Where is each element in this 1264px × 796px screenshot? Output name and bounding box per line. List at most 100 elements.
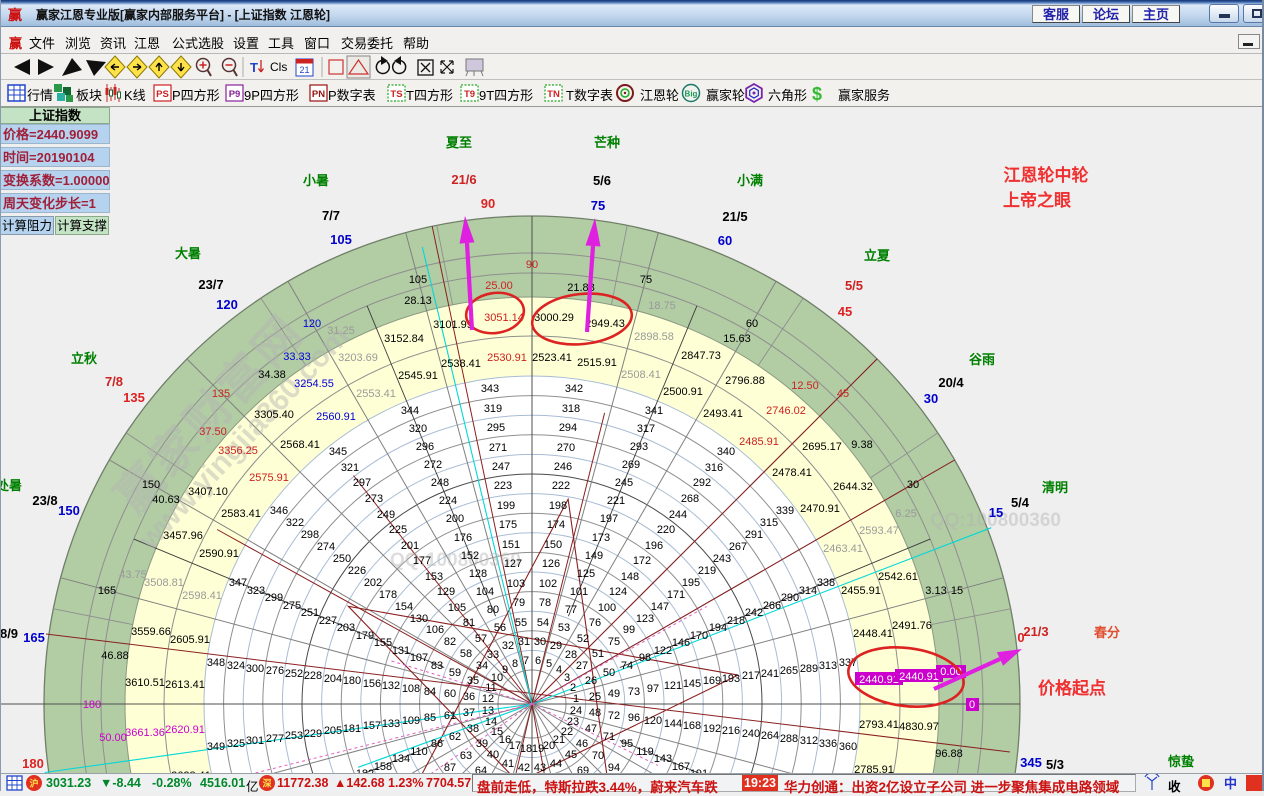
svg-text:199: 199 <box>497 500 515 512</box>
svg-text:101: 101 <box>570 586 588 598</box>
svg-text:71: 71 <box>603 731 615 743</box>
svg-text:108: 108 <box>402 683 420 695</box>
svg-text:TN: TN <box>547 89 560 100</box>
svg-text:106: 106 <box>426 624 444 636</box>
svg-text:219: 219 <box>698 565 716 577</box>
svg-text:27: 27 <box>576 660 588 672</box>
svg-text:274: 274 <box>317 541 335 553</box>
svg-text:272: 272 <box>424 459 442 471</box>
svg-text:105: 105 <box>409 274 427 286</box>
svg-text:325: 325 <box>227 738 245 750</box>
svg-text:96: 96 <box>628 712 640 724</box>
svg-text:129: 129 <box>437 586 455 598</box>
svg-text:2455.91: 2455.91 <box>841 585 881 597</box>
svg-text:PS: PS <box>156 89 169 100</box>
svg-text:194: 194 <box>709 622 727 634</box>
svg-text:341: 341 <box>645 405 663 417</box>
svg-text:5/5: 5/5 <box>845 278 863 293</box>
svg-text:149: 149 <box>585 550 603 562</box>
svg-text:100: 100 <box>598 602 616 614</box>
svg-text:惊蛰: 惊蛰 <box>1168 754 1194 769</box>
svg-text:2949.43: 2949.43 <box>585 318 625 330</box>
svg-text:59: 59 <box>449 667 461 679</box>
svg-text:317: 317 <box>637 423 655 435</box>
svg-text:344: 344 <box>401 405 419 417</box>
svg-text:150: 150 <box>142 479 160 491</box>
svg-text:0: 0 <box>969 699 975 711</box>
svg-text:131: 131 <box>392 645 410 657</box>
svg-text:245: 245 <box>615 477 633 489</box>
svg-text:240: 240 <box>742 728 760 740</box>
svg-text:28: 28 <box>565 649 577 661</box>
svg-text:2440.91: 2440.91 <box>859 674 899 686</box>
svg-text:谷雨: 谷雨 <box>969 352 995 367</box>
svg-text:23/7: 23/7 <box>198 277 223 292</box>
svg-text:3457.96: 3457.96 <box>163 530 203 542</box>
svg-text:192: 192 <box>703 723 721 735</box>
svg-text:318: 318 <box>562 403 580 415</box>
svg-text:291: 291 <box>745 529 763 541</box>
svg-text:319: 319 <box>484 403 502 415</box>
svg-text:2515.91: 2515.91 <box>577 357 617 369</box>
svg-text:2575.91: 2575.91 <box>249 472 289 484</box>
svg-text:47: 47 <box>585 723 597 735</box>
svg-text:216: 216 <box>722 725 740 737</box>
svg-text:7/8: 7/8 <box>105 374 123 389</box>
svg-text:86: 86 <box>431 738 443 750</box>
svg-text:180: 180 <box>343 675 361 687</box>
svg-text:251: 251 <box>301 607 319 619</box>
svg-text:79: 79 <box>513 597 525 609</box>
svg-text:300: 300 <box>246 663 264 675</box>
svg-text:34.38: 34.38 <box>258 369 286 381</box>
svg-text:15.63: 15.63 <box>723 333 751 345</box>
svg-text:21: 21 <box>299 65 309 75</box>
svg-text:78: 78 <box>539 597 551 609</box>
svg-text:223: 223 <box>494 480 512 492</box>
svg-text:103: 103 <box>507 578 525 590</box>
svg-text:107: 107 <box>410 652 428 664</box>
svg-text:80: 80 <box>487 604 499 616</box>
svg-text:25.00: 25.00 <box>485 280 513 292</box>
svg-text:125: 125 <box>577 568 595 580</box>
svg-text:3610.51: 3610.51 <box>125 677 165 689</box>
svg-text:271: 271 <box>489 442 507 454</box>
svg-text:124: 124 <box>609 586 627 598</box>
svg-text:春分: 春分 <box>1093 625 1120 640</box>
svg-text:134: 134 <box>392 753 410 765</box>
svg-text:21/5: 21/5 <box>722 209 747 224</box>
svg-text:43.75: 43.75 <box>119 569 147 581</box>
svg-text:313: 313 <box>819 660 837 672</box>
svg-text:253: 253 <box>285 730 303 742</box>
svg-text:241: 241 <box>761 668 779 680</box>
svg-text:3356.25: 3356.25 <box>218 445 258 457</box>
svg-text:243: 243 <box>713 553 731 565</box>
svg-text:144: 144 <box>664 718 682 730</box>
svg-text:228: 228 <box>304 670 322 682</box>
svg-text:315: 315 <box>760 517 778 529</box>
svg-text:175: 175 <box>499 519 517 531</box>
svg-text:150: 150 <box>58 503 80 518</box>
svg-text:316: 316 <box>705 462 723 474</box>
svg-text:29: 29 <box>550 640 562 652</box>
svg-text:夏至: 夏至 <box>445 135 472 150</box>
svg-text:8/9: 8/9 <box>0 626 18 641</box>
svg-text:55: 55 <box>515 617 527 629</box>
svg-text:40.63: 40.63 <box>152 494 180 506</box>
svg-text:321: 321 <box>341 462 359 474</box>
svg-text:T: T <box>250 60 258 75</box>
svg-text:2493.41: 2493.41 <box>703 408 743 420</box>
svg-text:81: 81 <box>463 617 475 629</box>
svg-text:5/3: 5/3 <box>1046 757 1064 772</box>
svg-text:167: 167 <box>672 761 690 773</box>
svg-text:90: 90 <box>481 196 495 211</box>
svg-text:268: 268 <box>681 493 699 505</box>
svg-text:3203.69: 3203.69 <box>338 352 378 364</box>
svg-text:277: 277 <box>266 733 284 745</box>
svg-text:168: 168 <box>683 720 701 732</box>
svg-text:2613.41: 2613.41 <box>165 679 205 691</box>
svg-text:立秋: 立秋 <box>71 351 98 366</box>
svg-text:小暑: 小暑 <box>303 173 329 188</box>
svg-text:120: 120 <box>216 297 238 312</box>
svg-text:2590.91: 2590.91 <box>199 548 239 560</box>
svg-text:153: 153 <box>425 571 443 583</box>
